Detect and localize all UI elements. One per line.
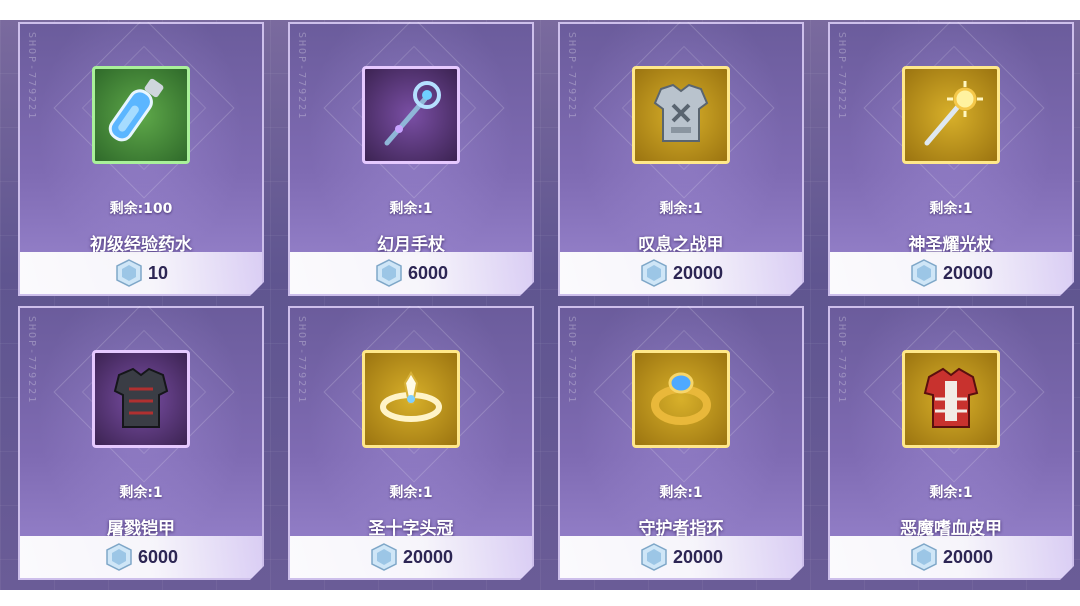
remaining-count: 剩余:1 <box>119 485 163 501</box>
item-price: 20000 <box>672 262 724 283</box>
shop-item-card[interactable]: SHOP-779221 剩余:100 初级经验药水 10 <box>18 22 264 296</box>
item-icon-frame <box>902 66 1000 164</box>
item-price: 10 <box>147 262 169 283</box>
crown-icon <box>371 359 451 439</box>
remaining-count: 剩余:100 <box>109 201 173 217</box>
shop-item-card[interactable]: SHOP-779221 剩余:1 圣十字头冠 20000 <box>288 306 534 580</box>
ring-icon <box>641 359 721 439</box>
shop-code-label: SHOP-779221 <box>296 316 307 405</box>
remaining-count: 剩余:1 <box>659 201 703 217</box>
moon-staff-icon <box>371 75 451 155</box>
shop-item-card[interactable]: SHOP-779221 剩余:1 恶魔嗜血皮甲 20000 <box>828 306 1074 580</box>
shop-code-label: SHOP-779221 <box>26 316 37 405</box>
remaining-count: 剩余:1 <box>659 485 703 501</box>
price-bar[interactable]: 20000 <box>290 536 532 578</box>
crystal-coin-icon <box>639 258 669 288</box>
shop-code-label: SHOP-779221 <box>566 32 577 121</box>
crystal-coin-icon <box>104 542 134 572</box>
crystal-coin-icon <box>114 258 144 288</box>
item-icon-frame <box>362 350 460 448</box>
item-price: 6000 <box>137 546 179 567</box>
silver-armor-icon <box>641 75 721 155</box>
item-grid: SHOP-779221 剩余:100 初级经验药水 10 SHOP-779221… <box>18 22 1074 580</box>
red-leather-armor-icon <box>911 359 991 439</box>
shop-item-card[interactable]: SHOP-779221 剩余:1 幻月手杖 6000 <box>288 22 534 296</box>
crystal-coin-icon <box>909 542 939 572</box>
item-icon-frame <box>632 350 730 448</box>
price-bar[interactable]: 6000 <box>290 252 532 294</box>
crystal-coin-icon <box>374 258 404 288</box>
crystal-coin-icon <box>369 542 399 572</box>
price-bar[interactable]: 6000 <box>20 536 262 578</box>
item-price: 20000 <box>942 262 994 283</box>
shop-code-label: SHOP-779221 <box>566 316 577 405</box>
item-price: 20000 <box>402 546 454 567</box>
potion-icon <box>101 75 181 155</box>
shop-code-label: SHOP-779221 <box>296 32 307 121</box>
shop-code-label: SHOP-779221 <box>836 32 847 121</box>
price-bar[interactable]: 20000 <box>830 252 1072 294</box>
price-bar[interactable]: 20000 <box>560 252 802 294</box>
remaining-count: 剩余:1 <box>389 485 433 501</box>
remaining-count: 剩余:1 <box>929 201 973 217</box>
item-price: 6000 <box>407 262 449 283</box>
price-bar[interactable]: 10 <box>20 252 262 294</box>
shop-item-card[interactable]: SHOP-779221 剩余:1 屠戮铠甲 6000 <box>18 306 264 580</box>
item-price: 20000 <box>942 546 994 567</box>
shop-item-card[interactable]: SHOP-779221 剩余:1 神圣耀光杖 20000 <box>828 22 1074 296</box>
sun-staff-icon <box>911 75 991 155</box>
shop-item-card[interactable]: SHOP-779221 剩余:1 叹息之战甲 20000 <box>558 22 804 296</box>
shop-code-label: SHOP-779221 <box>26 32 37 121</box>
remaining-count: 剩余:1 <box>389 201 433 217</box>
item-icon-frame <box>92 66 190 164</box>
shop-item-card[interactable]: SHOP-779221 剩余:1 守护者指环 20000 <box>558 306 804 580</box>
shop-code-label: SHOP-779221 <box>836 316 847 405</box>
price-bar[interactable]: 20000 <box>830 536 1072 578</box>
item-icon-frame <box>902 350 1000 448</box>
item-price: 20000 <box>672 546 724 567</box>
shop-panel: SHOP-779221 剩余:100 初级经验药水 10 SHOP-779221… <box>0 20 1080 590</box>
dark-armor-icon <box>101 359 181 439</box>
item-icon-frame <box>632 66 730 164</box>
price-bar[interactable]: 20000 <box>560 536 802 578</box>
remaining-count: 剩余:1 <box>929 485 973 501</box>
crystal-coin-icon <box>639 542 669 572</box>
crystal-coin-icon <box>909 258 939 288</box>
item-icon-frame <box>362 66 460 164</box>
item-icon-frame <box>92 350 190 448</box>
